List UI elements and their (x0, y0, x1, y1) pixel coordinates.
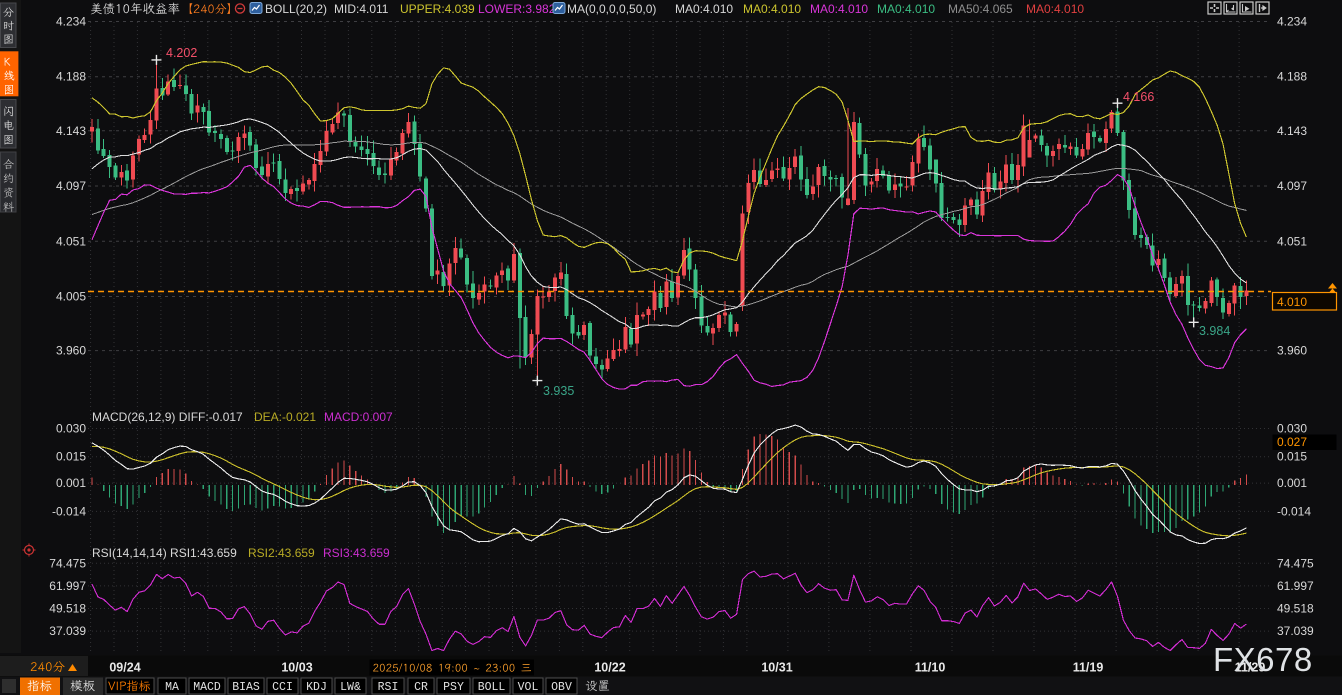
svg-text:MACD:0.007: MACD:0.007 (324, 410, 393, 424)
svg-text:49.518: 49.518 (1277, 602, 1314, 616)
svg-text:RSI(14,14,14) RSI1:43.659: RSI(14,14,14) RSI1:43.659 (92, 546, 237, 560)
svg-text:0.001: 0.001 (56, 476, 86, 490)
svg-text:-0.014: -0.014 (52, 504, 86, 518)
svg-text:4.010: 4.010 (1277, 295, 1307, 309)
svg-text:49.518: 49.518 (49, 602, 86, 616)
svg-text:-0.014: -0.014 (1277, 504, 1311, 518)
svg-text:4.051: 4.051 (56, 234, 86, 248)
svg-text:09/24: 09/24 (109, 661, 140, 675)
svg-text:BOLL(20,2): BOLL(20,2) (265, 2, 327, 16)
svg-text:4.005: 4.005 (56, 290, 86, 304)
svg-text:MID:4.011: MID:4.011 (334, 2, 389, 16)
svg-text:VOL: VOL (518, 681, 539, 694)
svg-text:MA0:4.010: MA0:4.010 (1026, 2, 1084, 16)
svg-text:CR: CR (414, 681, 428, 694)
svg-text:RSI: RSI (378, 681, 399, 694)
svg-text:0.015: 0.015 (1277, 450, 1307, 464)
svg-text:3.960: 3.960 (56, 344, 86, 358)
svg-text:37.039: 37.039 (1277, 624, 1314, 638)
svg-text:LW&: LW& (340, 681, 361, 694)
svg-text:UPPER:4.039: UPPER:4.039 (400, 2, 475, 16)
svg-text:74.475: 74.475 (1277, 556, 1314, 570)
svg-text:4.166: 4.166 (1123, 90, 1154, 104)
svg-text:10/03: 10/03 (281, 661, 312, 675)
svg-text:DEA:-0.021: DEA:-0.021 (254, 410, 316, 424)
svg-text:RSI3:43.659: RSI3:43.659 (323, 546, 390, 560)
svg-text:MACD: MACD (193, 681, 221, 694)
svg-text:4.234: 4.234 (1277, 15, 1307, 29)
svg-text:KDJ: KDJ (306, 681, 327, 694)
svg-text:RSI2:43.659: RSI2:43.659 (248, 546, 315, 560)
svg-text:10/31: 10/31 (761, 661, 792, 675)
svg-text:CCI: CCI (272, 681, 293, 694)
svg-text:0.001: 0.001 (1277, 476, 1307, 490)
svg-text:MA0:4.010: MA0:4.010 (675, 2, 733, 16)
svg-text:MACD(26,12,9) DIFF:-0.017: MACD(26,12,9) DIFF:-0.017 (92, 410, 243, 424)
svg-text:4.097: 4.097 (1277, 179, 1307, 193)
svg-text:3.984: 3.984 (1199, 324, 1230, 338)
svg-text:BIAS: BIAS (232, 681, 260, 694)
svg-text:4.143: 4.143 (56, 124, 86, 138)
svg-text:4.188: 4.188 (1277, 70, 1307, 84)
svg-text:4.188: 4.188 (56, 70, 86, 84)
svg-text:OBV: OBV (551, 681, 572, 694)
svg-text:MA: MA (165, 681, 179, 694)
svg-text:MA(0,0,0,0,50,0): MA(0,0,0,0,50,0) (567, 2, 656, 16)
svg-text:61.997: 61.997 (1277, 579, 1314, 593)
svg-text:BOLL: BOLL (478, 681, 506, 694)
svg-text:4.051: 4.051 (1277, 234, 1307, 248)
svg-text:4.202: 4.202 (166, 46, 197, 60)
svg-text:0.027: 0.027 (1277, 435, 1307, 449)
svg-text:MA0:4.010: MA0:4.010 (877, 2, 935, 16)
svg-text:LOWER:3.982: LOWER:3.982 (478, 2, 556, 16)
svg-text:MA0:4.010: MA0:4.010 (743, 2, 801, 16)
svg-text:61.997: 61.997 (49, 579, 86, 593)
svg-text:4.097: 4.097 (56, 179, 86, 193)
svg-text:0.030: 0.030 (56, 421, 86, 435)
svg-text:0.030: 0.030 (1277, 421, 1307, 435)
svg-text:0.015: 0.015 (56, 450, 86, 464)
svg-text:MA50:4.065: MA50:4.065 (948, 2, 1013, 16)
svg-text:FX678: FX678 (1213, 641, 1313, 678)
svg-text:74.475: 74.475 (49, 556, 86, 570)
svg-text:4.143: 4.143 (1277, 124, 1307, 138)
svg-text:4.234: 4.234 (56, 15, 86, 29)
svg-text:11/10: 11/10 (915, 661, 946, 675)
svg-text:3.960: 3.960 (1277, 344, 1307, 358)
svg-text:10/22: 10/22 (594, 661, 625, 675)
svg-text:37.039: 37.039 (49, 624, 86, 638)
svg-text:MA0:4.010: MA0:4.010 (810, 2, 868, 16)
svg-text:11/19: 11/19 (1073, 661, 1104, 675)
svg-text:PSY: PSY (443, 681, 464, 694)
svg-text:3.935: 3.935 (543, 384, 574, 398)
